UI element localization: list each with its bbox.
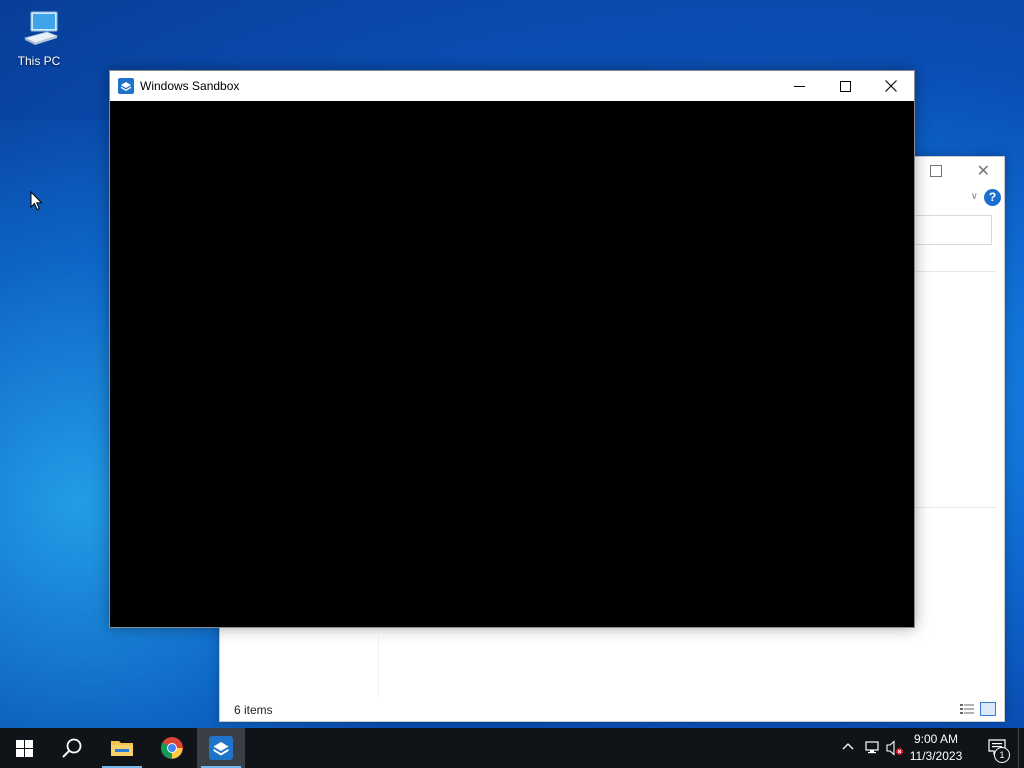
title-bar[interactable]: Windows Sandbox xyxy=(110,71,914,101)
minimize-icon xyxy=(793,85,805,87)
mouse-cursor-icon xyxy=(30,191,43,211)
folder-icon xyxy=(111,741,133,756)
search-icon xyxy=(62,738,82,758)
maximize-button[interactable] xyxy=(930,165,942,177)
windows-sandbox-window[interactable]: Windows Sandbox xyxy=(109,70,915,628)
start-button[interactable] xyxy=(0,728,48,768)
file-explorer-taskbar-button[interactable] xyxy=(98,728,146,768)
sandbox-display-area[interactable] xyxy=(110,101,914,627)
status-bar-item-count: 6 items xyxy=(234,703,273,717)
computer-icon xyxy=(23,11,59,45)
chrome-icon xyxy=(161,737,183,759)
windows-logo-icon xyxy=(15,739,33,757)
large-icons-view-icon[interactable] xyxy=(980,702,996,716)
clock-date: 11/3/2023 xyxy=(909,749,963,763)
volume-muted-icon[interactable] xyxy=(886,740,904,756)
windows-sandbox-icon xyxy=(118,78,134,94)
close-icon xyxy=(885,80,897,92)
windows-sandbox-icon xyxy=(209,736,233,760)
desktop-icon-label: This PC xyxy=(17,54,61,68)
navigation-pane-splitter[interactable] xyxy=(378,637,379,697)
help-icon[interactable]: ? xyxy=(984,189,1001,206)
desktop: This PC ✕ ∨ ? 6 items Windows Sandbox xyxy=(0,0,1024,728)
clock[interactable]: 9:00 AM 11/3/2023 xyxy=(906,731,966,765)
window-title: Windows Sandbox xyxy=(140,79,240,93)
details-view-icon[interactable] xyxy=(960,703,974,715)
chevron-up-icon[interactable] xyxy=(842,740,854,754)
maximize-button[interactable] xyxy=(822,71,868,101)
close-button[interactable]: ✕ xyxy=(977,161,990,181)
clock-time: 9:00 AM xyxy=(913,732,959,746)
notification-count-badge: 1 xyxy=(994,747,1010,763)
taskbar: 9:00 AM 11/3/2023 1 xyxy=(0,728,1024,768)
maximize-icon xyxy=(839,80,851,92)
chrome-taskbar-button[interactable] xyxy=(148,728,196,768)
chevron-down-icon[interactable]: ∨ xyxy=(971,191,978,202)
show-desktop-button[interactable] xyxy=(1018,728,1024,768)
search-button[interactable] xyxy=(48,728,96,768)
minimize-button[interactable] xyxy=(776,71,822,101)
network-icon[interactable] xyxy=(864,740,880,756)
windows-sandbox-taskbar-button[interactable] xyxy=(197,728,245,768)
close-button[interactable] xyxy=(868,71,914,101)
search-input[interactable] xyxy=(911,215,992,245)
desktop-icon-this-pc[interactable]: This PC xyxy=(10,8,68,68)
